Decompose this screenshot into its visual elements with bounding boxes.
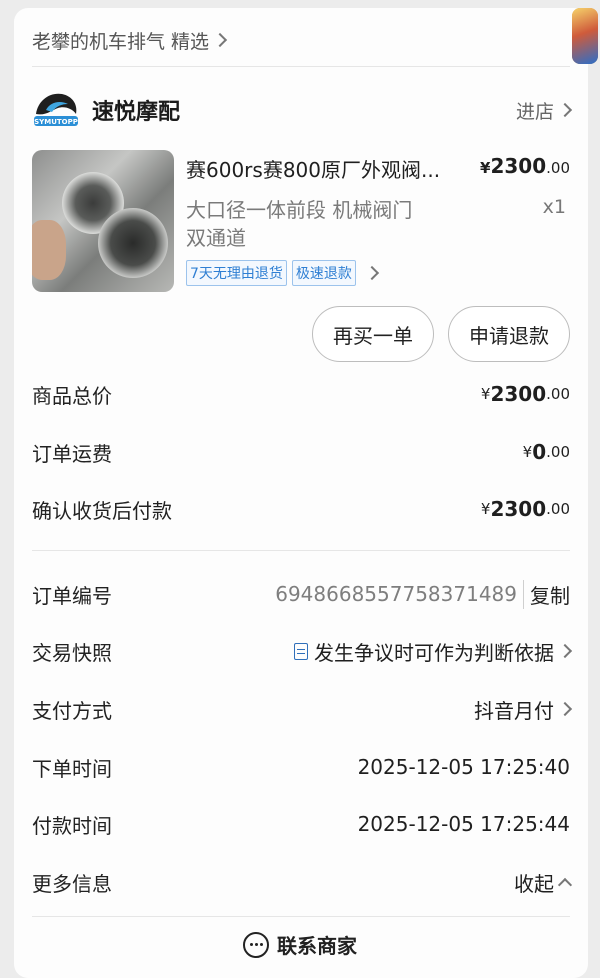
chat-bubble-icon xyxy=(243,931,269,958)
copy-button[interactable]: 复制 xyxy=(523,579,570,609)
shipping-value: ¥0.00 xyxy=(522,440,570,464)
order-time-label: 下单时间 xyxy=(32,756,112,781)
chevron-right-icon xyxy=(557,701,573,717)
product-spec: 大口径一体前段 机械阀门 双通道 xyxy=(186,196,446,252)
snapshot-value: 发生争议时可作为判断依据 xyxy=(314,640,554,665)
store-header[interactable]: SYMUTOPP 速悦摩配 进店 xyxy=(32,88,573,132)
pay-after-row: 确认收货后付款 ¥2300.00 xyxy=(32,493,570,525)
svg-text:SYMUTOPP: SYMUTOPP xyxy=(34,118,78,126)
product-quantity: x1 xyxy=(542,196,566,218)
product-image[interactable] xyxy=(32,150,174,292)
product-spec-line2: 双通道 xyxy=(186,226,246,250)
payment-method-value: 抖音月付 xyxy=(474,698,554,723)
product-price: ¥2300.00 xyxy=(480,154,570,178)
collapse-toggle[interactable]: 收起 xyxy=(514,868,573,897)
contact-merchant-label: 联系商家 xyxy=(277,934,357,958)
more-info-label: 更多信息 xyxy=(32,871,112,896)
contact-merchant-button[interactable]: 联系商家 xyxy=(0,930,600,959)
refund-button[interactable]: 申请退款 xyxy=(448,306,570,362)
pay-after-value: ¥2300.00 xyxy=(480,497,570,521)
order-number-row: 订单编号 6948668557758371489 复制 xyxy=(32,578,570,610)
collapse-label: 收起 xyxy=(514,871,554,896)
order-number-value: 6948668557758371489 xyxy=(275,582,517,606)
chevron-up-icon xyxy=(557,877,573,893)
pay-after-label: 确认收货后付款 xyxy=(32,498,172,523)
tag-fast-refund: 极速退款 xyxy=(291,260,356,286)
breadcrumb[interactable]: 老攀的机车排气 精选 xyxy=(32,26,570,54)
divider xyxy=(32,550,570,551)
store-name: 速悦摩配 xyxy=(92,100,181,125)
order-card: 老攀的机车排气 精选 SYMUTOPP 速悦摩配 进店 赛600rs赛800原厂… xyxy=(14,8,598,978)
divider xyxy=(32,66,570,67)
chevron-right-icon xyxy=(557,643,573,659)
chevron-right-icon xyxy=(557,102,573,118)
store-logo-icon: SYMUTOPP xyxy=(34,93,78,126)
product-spec-line1: 大口径一体前段 机械阀门 xyxy=(186,198,413,222)
action-buttons: 再买一单 申请退款 xyxy=(312,306,570,362)
shipping-row: 订单运费 ¥0.00 xyxy=(32,436,570,468)
document-icon xyxy=(294,642,308,660)
snapshot-row[interactable]: 交易快照 发生争议时可作为判断依据 xyxy=(32,635,573,667)
order-time-value: 2025-12-05 17:25:40 xyxy=(357,755,570,779)
pay-time-value: 2025-12-05 17:25:44 xyxy=(357,812,570,836)
chevron-right-icon xyxy=(364,265,379,281)
payment-method-row[interactable]: 支付方式 抖音月付 xyxy=(32,693,573,725)
service-tags[interactable]: 7天无理由退货 极速退款 xyxy=(186,260,379,286)
pay-time-row: 付款时间 2025-12-05 17:25:44 xyxy=(32,808,570,840)
pay-time-label: 付款时间 xyxy=(32,813,112,838)
product-title: 赛600rs赛800原厂外观阀... xyxy=(186,158,441,182)
enter-store-label: 进店 xyxy=(515,100,554,123)
product-item[interactable]: 赛600rs赛800原厂外观阀... ¥2300.00 大口径一体前段 机械阀门… xyxy=(32,150,570,300)
snapshot-label: 交易快照 xyxy=(32,640,112,665)
payment-method-label: 支付方式 xyxy=(32,698,112,723)
enter-store-link[interactable]: 进店 xyxy=(515,97,573,124)
total-price-value: ¥2300.00 xyxy=(480,382,570,406)
total-price-label: 商品总价 xyxy=(32,383,112,408)
corner-thumbnail xyxy=(572,8,598,64)
breadcrumb-text: 老攀的机车排气 精选 xyxy=(32,30,210,53)
tag-return-7days: 7天无理由退货 xyxy=(186,260,287,286)
chevron-right-icon xyxy=(212,32,228,48)
divider xyxy=(32,916,570,917)
order-number-label: 订单编号 xyxy=(32,583,112,608)
total-price-row: 商品总价 ¥2300.00 xyxy=(32,378,570,410)
shipping-label: 订单运费 xyxy=(32,441,112,466)
more-info-row[interactable]: 更多信息 收起 xyxy=(32,866,573,898)
rebuy-button[interactable]: 再买一单 xyxy=(312,306,434,362)
order-time-row: 下单时间 2025-12-05 17:25:40 xyxy=(32,751,570,783)
